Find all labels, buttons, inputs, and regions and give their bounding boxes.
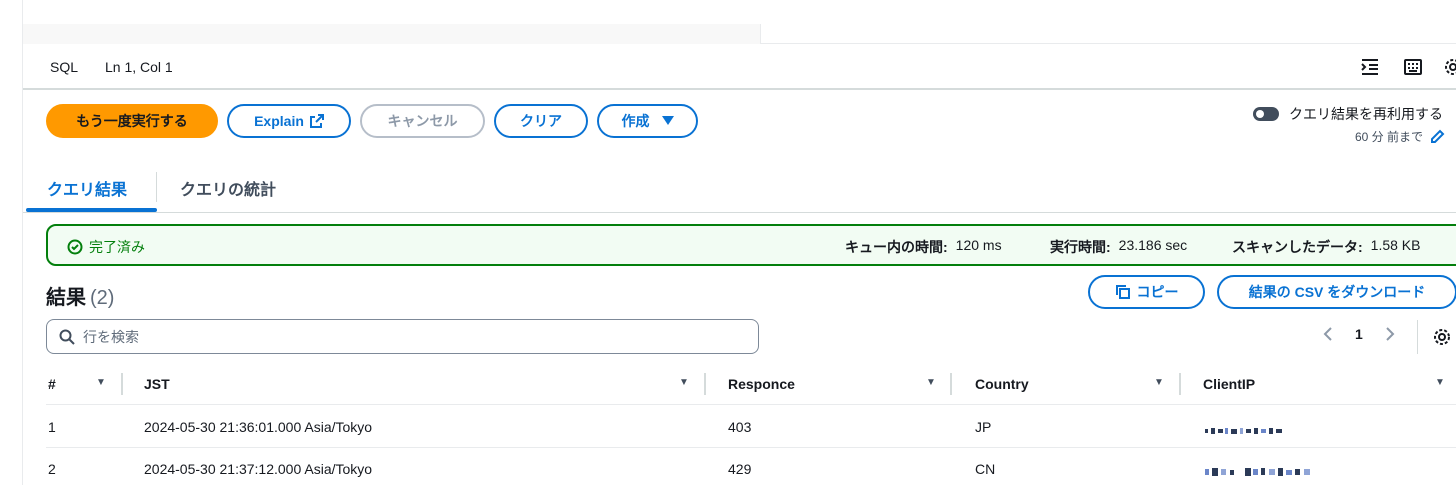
tab-query-stats[interactable]: クエリの統計 — [180, 176, 276, 200]
check-circle-icon — [67, 239, 83, 255]
cell-index: 2 — [48, 461, 56, 477]
editor-statusbar: SQL Ln 1, Col 1 — [23, 44, 1456, 90]
query-editor-panel: SQL Ln 1, Col 1 もう一度実行する Explain キャンセル ク… — [22, 0, 1456, 485]
pagination: 1 — [1323, 326, 1395, 342]
table-header-border — [46, 404, 1456, 405]
result-tabs: クエリ結果 クエリの統計 — [23, 160, 1456, 213]
cell-country: JP — [975, 419, 992, 435]
results-heading: 結果 (2) — [46, 281, 114, 310]
reuse-age: 60 分 前まで — [1355, 128, 1445, 145]
cell-responce: 429 — [728, 461, 752, 477]
table-preferences-gear-icon[interactable] — [1430, 325, 1454, 349]
create-label: 作成 — [621, 113, 650, 129]
external-link-icon — [309, 114, 324, 128]
sort-caret-icon[interactable]: ▼ — [1435, 377, 1445, 388]
queue-time-value: 120 ms — [955, 237, 1002, 253]
status-banner: 完了済み キュー内の時間: 120 ms 実行時間: 23.186 sec スキ… — [46, 224, 1456, 266]
explain-button[interactable]: Explain — [227, 104, 351, 138]
tab-query-results[interactable]: クエリ結果 — [47, 176, 127, 200]
cancel-button[interactable]: キャンセル — [360, 104, 485, 138]
copy-label: コピー — [1136, 284, 1179, 300]
run-time-value: 23.186 sec — [1118, 237, 1188, 253]
data-scanned: スキャンしたデータ: 1.58 KB — [1232, 237, 1421, 257]
clear-label: クリア — [520, 113, 562, 129]
format-indent-icon[interactable] — [1358, 55, 1382, 79]
copy-button[interactable]: コピー — [1088, 275, 1205, 309]
column-resizer[interactable] — [950, 373, 952, 395]
results-count: (2) — [90, 287, 115, 309]
rerun-button[interactable]: もう一度実行する — [46, 104, 218, 138]
create-dropdown-button[interactable]: 作成 — [597, 104, 698, 138]
queue-time: キュー内の時間: 120 ms — [845, 237, 1002, 257]
rerun-label: もう一度実行する — [76, 113, 188, 129]
column-resizer[interactable] — [121, 373, 123, 395]
reuse-results-label: クエリ結果を再利用する — [1289, 106, 1443, 122]
cell-jst: 2024-05-30 21:37:12.000 Asia/Tokyo — [144, 461, 373, 477]
data-scanned-value: 1.58 KB — [1370, 237, 1421, 253]
row-search[interactable] — [46, 319, 759, 354]
reuse-results-toggle[interactable]: クエリ結果を再利用する — [1253, 104, 1443, 124]
cancel-label: キャンセル — [387, 113, 458, 129]
sort-caret-icon[interactable]: ▼ — [679, 377, 689, 388]
clear-button[interactable]: クリア — [494, 104, 588, 138]
active-tab-indicator — [26, 208, 157, 212]
editor-gutter — [23, 24, 761, 44]
queue-time-label: キュー内の時間: — [845, 239, 948, 255]
editor-area[interactable] — [23, 0, 1456, 44]
download-csv-button[interactable]: 結果の CSV をダウンロード — [1217, 275, 1456, 309]
page-number[interactable]: 1 — [1355, 326, 1363, 342]
sort-caret-icon[interactable]: ▼ — [1154, 377, 1164, 388]
run-time: 実行時間: 23.186 sec — [1050, 237, 1187, 257]
status-text: 完了済み — [89, 239, 145, 255]
search-input[interactable] — [83, 328, 683, 345]
table-row-border — [46, 447, 1456, 448]
cursor-position: Ln 1, Col 1 — [105, 59, 173, 75]
copy-icon — [1115, 285, 1130, 299]
column-header-index[interactable]: # — [48, 376, 56, 392]
pager-divider — [1417, 320, 1418, 354]
cell-index: 1 — [48, 419, 56, 435]
toggle-switch[interactable] — [1253, 107, 1279, 121]
settings-gear-icon[interactable] — [1441, 55, 1456, 79]
redacted-ip — [1205, 464, 1313, 476]
column-header-responce[interactable]: Responce — [728, 376, 795, 392]
chevron-left-icon[interactable] — [1323, 326, 1333, 342]
column-header-country[interactable]: Country — [975, 376, 1029, 392]
column-header-jst[interactable]: JST — [144, 376, 170, 392]
run-time-label: 実行時間: — [1050, 239, 1111, 255]
language-label: SQL — [50, 59, 79, 75]
edit-pencil-icon[interactable] — [1429, 129, 1445, 145]
status-completed: 完了済み — [67, 237, 145, 257]
results-title: 結果 — [46, 287, 86, 309]
reuse-age-label: 60 分 前まで — [1355, 130, 1424, 144]
data-scanned-label: スキャンしたデータ: — [1232, 239, 1363, 255]
chevron-right-icon[interactable] — [1385, 326, 1395, 342]
column-header-clientip[interactable]: ClientIP — [1203, 376, 1255, 392]
caret-down-icon — [661, 116, 674, 125]
tab-divider — [156, 172, 157, 202]
sort-caret-icon[interactable]: ▼ — [96, 377, 106, 388]
column-resizer[interactable] — [704, 373, 706, 395]
cell-responce: 403 — [728, 419, 752, 435]
cell-jst: 2024-05-30 21:36:01.000 Asia/Tokyo — [144, 419, 373, 435]
sort-caret-icon[interactable]: ▼ — [926, 377, 936, 388]
download-csv-label: 結果の CSV をダウンロード — [1248, 284, 1426, 300]
redacted-ip — [1205, 422, 1285, 434]
keyboard-icon[interactable] — [1401, 55, 1425, 79]
column-resizer[interactable] — [1179, 373, 1181, 395]
search-icon — [59, 329, 75, 345]
explain-label: Explain — [254, 113, 304, 129]
cell-country: CN — [975, 461, 996, 477]
